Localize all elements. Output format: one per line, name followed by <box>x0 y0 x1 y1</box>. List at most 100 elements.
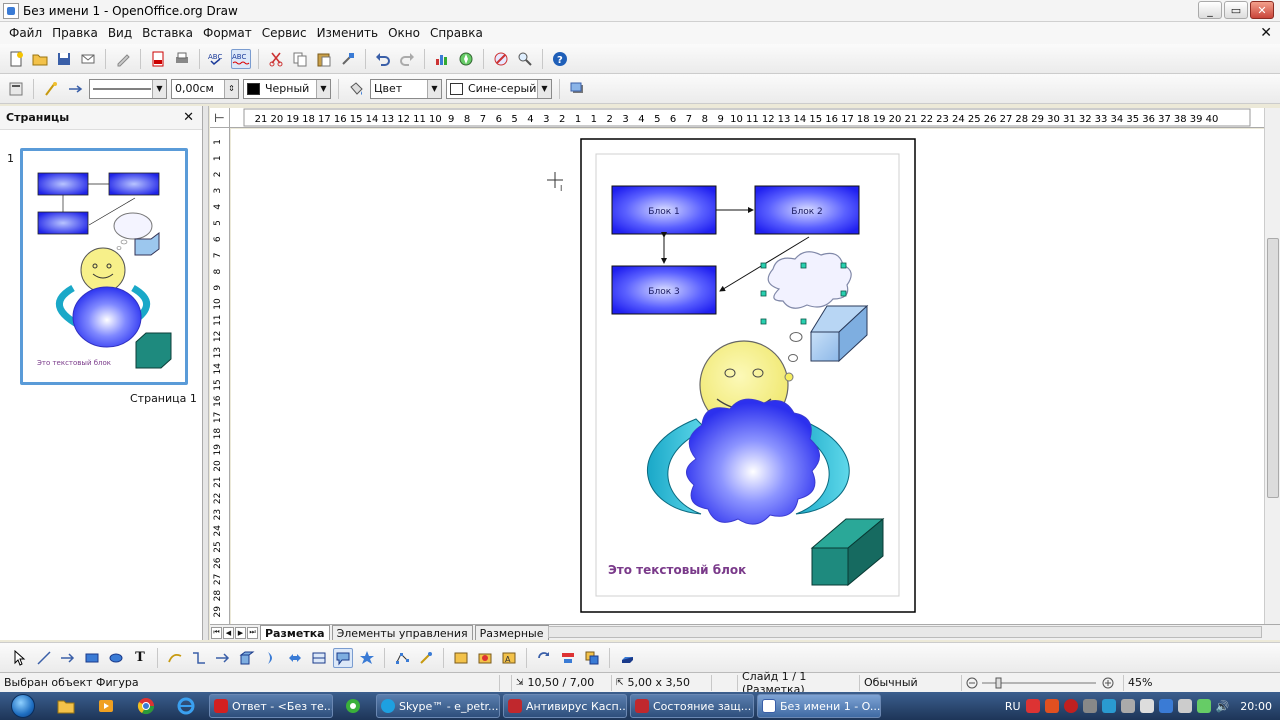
hyperlink-icon[interactable] <box>491 49 511 69</box>
tray-app-icon[interactable] <box>1158 699 1173 713</box>
select-pointer-icon[interactable] <box>10 648 30 668</box>
menu-modify[interactable]: Изменить <box>312 26 384 40</box>
block-2[interactable]: Блок 2 <box>754 185 860 235</box>
callouts-icon[interactable] <box>333 647 353 668</box>
autospellcheck-icon[interactable]: ABC <box>231 48 251 69</box>
undo-icon[interactable] <box>373 49 393 69</box>
tray-app-icon[interactable] <box>1120 699 1135 713</box>
points-icon[interactable] <box>392 648 412 668</box>
tray-app-icon[interactable] <box>1025 699 1040 713</box>
internet-explorer-icon[interactable] <box>166 694 206 718</box>
shadow-icon[interactable] <box>567 79 587 99</box>
area-color-combo[interactable]: Сине-серый ▼ <box>446 78 552 99</box>
horizontal-scrollbar[interactable] <box>548 626 1262 638</box>
spellcheck-icon[interactable]: ABC <box>207 49 227 69</box>
extrusion-icon[interactable] <box>617 648 637 668</box>
tray-app-icon[interactable] <box>1063 699 1078 713</box>
chrome-icon[interactable] <box>126 694 166 718</box>
area-style-combo[interactable]: Цвет ▼ <box>370 78 442 99</box>
network-icon[interactable] <box>1139 699 1154 713</box>
arrange-icon[interactable] <box>582 648 602 668</box>
save-icon[interactable] <box>54 49 74 69</box>
clone-formatting-icon[interactable] <box>338 49 358 69</box>
horizontal-ruler[interactable]: 21 20 19 18 17 16 15 14 13 12 11 10 9 8 7 6 5 4 3 2 1 1 2 3 4 5 6 7… <box>230 108 1264 128</box>
line-color-combo[interactable]: Черный ▼ <box>243 78 331 99</box>
media-player-icon[interactable] <box>86 694 126 718</box>
redo-icon[interactable] <box>397 49 417 69</box>
line-style-combo[interactable]: ▼ <box>89 78 167 99</box>
basic-shapes-icon[interactable] <box>237 648 257 668</box>
cut-icon[interactable] <box>266 49 286 69</box>
text-block[interactable]: Это текстовый блок <box>608 563 746 577</box>
align-icon[interactable] <box>558 648 578 668</box>
text-tool-icon[interactable]: T <box>130 648 150 668</box>
help-icon[interactable]: ? <box>550 49 570 69</box>
prev-tab-icon[interactable]: ◀ <box>223 626 234 639</box>
minimize-button[interactable]: _ <box>1198 1 1222 19</box>
last-tab-icon[interactable]: ⏭ <box>247 626 258 639</box>
curve-tool-icon[interactable] <box>165 648 185 668</box>
start-button[interactable] <box>0 692 46 720</box>
tray-app-icon[interactable] <box>1196 699 1211 713</box>
maximize-button[interactable]: ▭ <box>1224 1 1248 19</box>
menu-edit[interactable]: Правка <box>47 26 103 40</box>
stars-icon[interactable] <box>357 648 377 668</box>
tab-stop-icon[interactable]: ⊢ <box>210 108 230 128</box>
edit-file-icon[interactable] <box>113 49 133 69</box>
gallery-icon[interactable] <box>475 648 495 668</box>
area-fill-icon[interactable] <box>346 79 366 99</box>
chart-icon[interactable] <box>432 49 452 69</box>
flowchart-icon[interactable] <box>309 648 329 668</box>
line-width-field[interactable]: 0,00см ⇕ <box>171 78 239 99</box>
vertical-scrollbar[interactable] <box>1264 108 1280 624</box>
menu-insert[interactable]: Вставка <box>137 26 198 40</box>
arrow-line-tool-icon[interactable] <box>58 648 78 668</box>
fontwork-icon[interactable]: A <box>499 648 519 668</box>
menu-window[interactable]: Окно <box>383 26 425 40</box>
taskbar-task-protection[interactable]: Состояние защ... <box>630 694 754 718</box>
block-3[interactable]: Блок 3 <box>611 265 717 315</box>
explorer-icon[interactable] <box>46 694 86 718</box>
close-icon[interactable]: ✕ <box>183 110 194 125</box>
spin-icon[interactable]: ⇕ <box>224 79 238 98</box>
vertical-ruler[interactable]: 1 1 2 3 4 5 6 7 8 9 10 11 12 13 14 15 16 17 18 19 20 21 22 23 24… <box>210 128 230 624</box>
open-folder-icon[interactable] <box>30 49 50 69</box>
navigator-icon[interactable] <box>456 49 476 69</box>
zoom-percent[interactable]: 45% <box>1124 675 1160 691</box>
tray-app-icon[interactable] <box>1044 699 1059 713</box>
zoom-slider[interactable] <box>962 674 1124 691</box>
menu-view[interactable]: Вид <box>103 26 137 40</box>
ellipse-tool-icon[interactable] <box>106 648 126 668</box>
print-icon[interactable] <box>172 49 192 69</box>
lines-arrows-icon[interactable] <box>213 648 233 668</box>
drawing-canvas[interactable]: I Блок 1 Блок 2 Блок 3 Это текстовый бло… <box>231 129 1264 624</box>
page-thumbnail[interactable]: Это текстовый блок <box>20 148 188 385</box>
taskbar-task-answer[interactable]: Ответ - <Без те... <box>209 694 333 718</box>
taskbar-task-antivirus[interactable]: Антивирус Касп... <box>503 694 627 718</box>
line-tool-icon[interactable] <box>34 648 54 668</box>
scrollbar-thumb[interactable] <box>1267 238 1279 498</box>
arrow-style-icon[interactable] <box>65 79 85 99</box>
symbol-shapes-icon[interactable] <box>261 648 281 668</box>
taskbar-task-openoffice[interactable]: Без имени 1 - O... <box>757 694 881 718</box>
rectangle-tool-icon[interactable] <box>82 648 102 668</box>
chevron-down-icon[interactable]: ▼ <box>152 79 166 98</box>
block-arrows-icon[interactable] <box>285 648 305 668</box>
chevron-down-icon[interactable]: ▼ <box>316 79 330 98</box>
language-indicator[interactable]: RU <box>1005 700 1021 713</box>
menu-format[interactable]: Формат <box>198 26 257 40</box>
green-app-icon[interactable] <box>333 694 373 718</box>
tab-layout[interactable]: Разметка <box>260 625 330 640</box>
connector-tool-icon[interactable] <box>189 648 209 668</box>
volume-icon[interactable]: 🔊 <box>1216 700 1230 713</box>
styles-icon[interactable] <box>6 79 26 99</box>
chevron-down-icon[interactable]: ▼ <box>537 79 551 98</box>
menu-help[interactable]: Справка <box>425 26 488 40</box>
export-pdf-icon[interactable] <box>148 49 168 69</box>
zoom-icon[interactable] <box>515 49 535 69</box>
email-icon[interactable] <box>78 49 98 69</box>
first-tab-icon[interactable]: ⏮ <box>211 626 222 639</box>
close-button[interactable]: ✕ <box>1250 1 1274 19</box>
tab-dimensions[interactable]: Размерные <box>474 625 549 640</box>
glue-points-icon[interactable] <box>416 648 436 668</box>
